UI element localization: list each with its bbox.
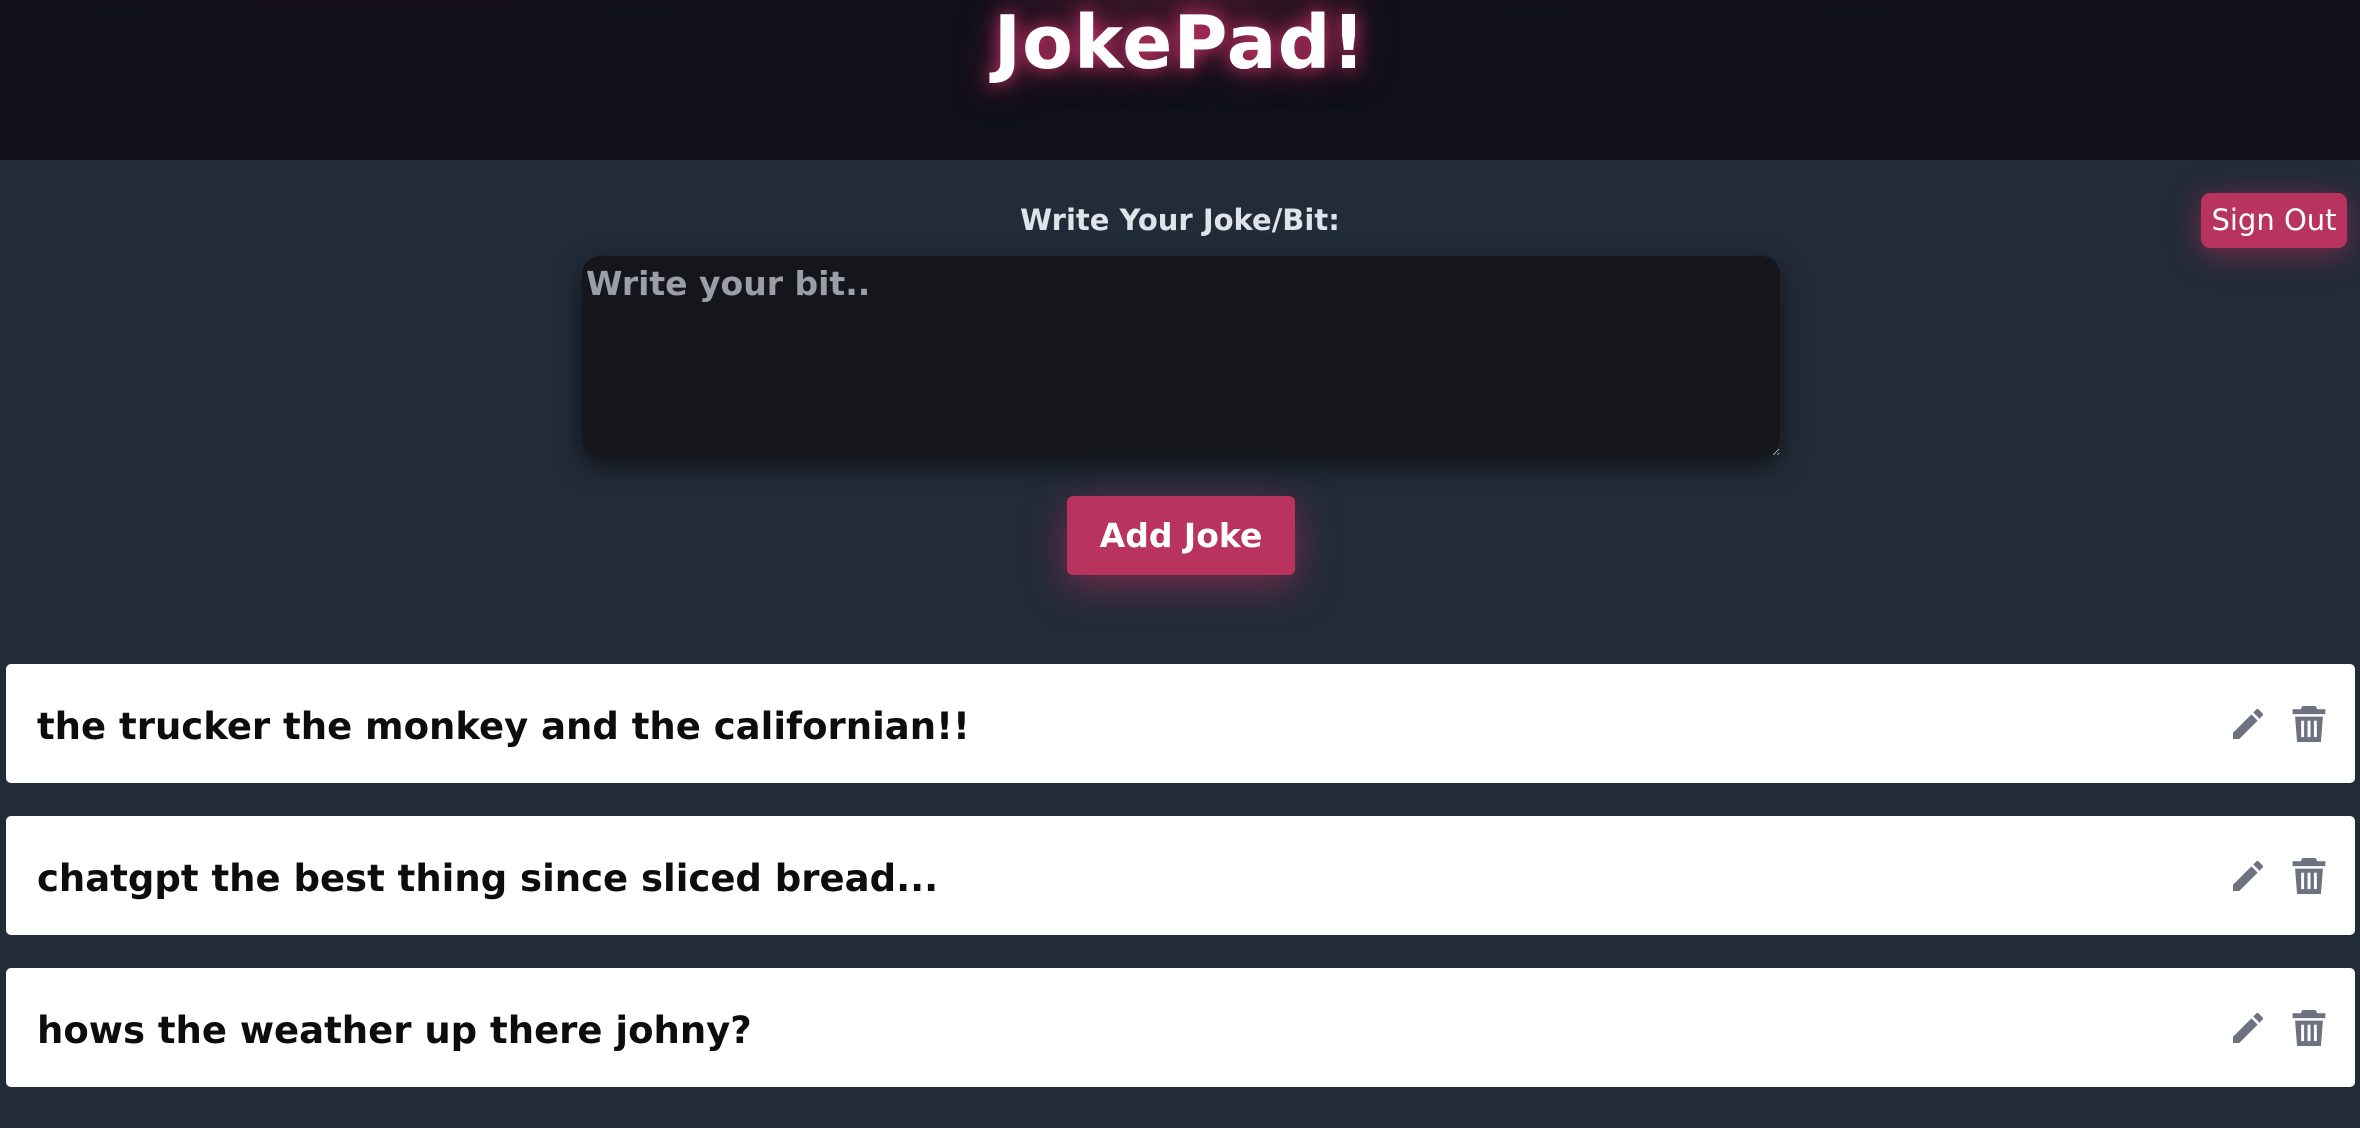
- joke-text: hows the weather up there johny?: [37, 1009, 752, 1052]
- pencil-icon[interactable]: [2228, 1008, 2268, 1048]
- trash-icon[interactable]: [2291, 1008, 2327, 1048]
- trash-icon[interactable]: [2291, 704, 2327, 744]
- joke-text: chatgpt the best thing since sliced brea…: [37, 857, 939, 900]
- app-title: JokePad!: [993, 0, 1367, 86]
- joke-text: the trucker the monkey and the californi…: [37, 705, 970, 748]
- app-header: JokePad!: [0, 0, 2360, 160]
- pencil-icon[interactable]: [2228, 704, 2268, 744]
- joke-input-label: Write Your Joke/Bit:: [1020, 203, 1340, 237]
- joke-item: hows the weather up there johny?: [6, 968, 2355, 1087]
- pencil-icon[interactable]: [2228, 856, 2268, 896]
- trash-icon[interactable]: [2291, 856, 2327, 896]
- joke-textarea[interactable]: [582, 256, 1780, 456]
- add-joke-button[interactable]: Add Joke: [1067, 496, 1295, 575]
- joke-item: the trucker the monkey and the californi…: [6, 664, 2355, 783]
- joke-item: chatgpt the best thing since sliced brea…: [6, 816, 2355, 935]
- joke-list: the trucker the monkey and the californi…: [6, 664, 2355, 1120]
